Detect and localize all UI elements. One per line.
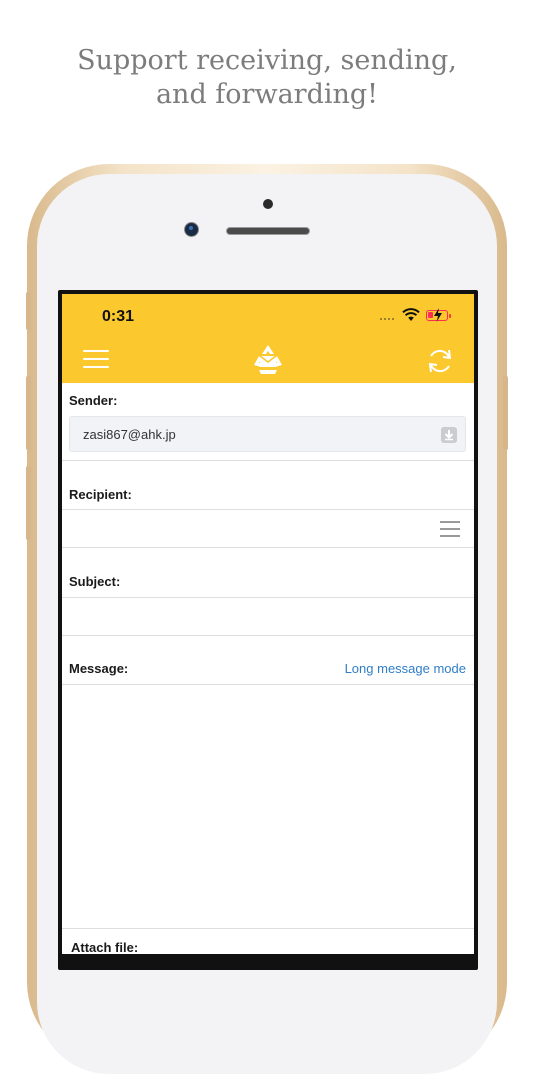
sender-value: zasi867@ahk.jp [83, 427, 176, 442]
subject-input[interactable] [69, 599, 466, 633]
headline-line-1: Support receiving, sending, [77, 45, 457, 76]
proximity-sensor [263, 199, 273, 209]
menu-icon[interactable] [83, 350, 109, 370]
front-camera-icon [184, 222, 199, 237]
attach-file-label: Attach file: [71, 940, 139, 954]
message-textarea[interactable] [69, 686, 466, 926]
download-icon[interactable] [441, 427, 457, 443]
wifi-icon [402, 308, 420, 321]
subject-label: Subject: [69, 574, 121, 589]
divider [62, 460, 474, 461]
refresh-icon[interactable] [425, 346, 455, 376]
headline-line-2: and forwarding! [155, 79, 379, 110]
divider [62, 928, 474, 929]
app-screen: 0:31 Sender: zasi867@ahk.jp Recipient: S… [62, 294, 474, 954]
divider [62, 509, 474, 510]
app-header: 0:31 [62, 294, 474, 383]
signal-dots-icon [380, 318, 398, 322]
sender-select[interactable]: zasi867@ahk.jp [69, 416, 466, 452]
battery-icon [426, 308, 451, 322]
message-label: Message: [69, 661, 129, 676]
divider [62, 635, 474, 636]
volume-up-button [26, 376, 31, 450]
address-list-icon[interactable] [440, 521, 460, 537]
marketing-headline: Support receiving, sending, and forwardi… [0, 44, 534, 112]
long-message-mode-link[interactable]: Long message mode [345, 661, 466, 676]
divider [62, 597, 474, 598]
sender-label: Sender: [69, 393, 118, 408]
volume-down-button [26, 466, 31, 540]
power-button [503, 376, 508, 450]
divider [62, 547, 474, 548]
recipient-label: Recipient: [69, 487, 132, 502]
charging-bolt-icon [434, 308, 442, 322]
mute-switch [26, 292, 31, 330]
divider [62, 684, 474, 685]
recycle-mail-logo-icon [254, 345, 282, 374]
status-time: 0:31 [102, 308, 135, 325]
recipient-input[interactable] [69, 511, 429, 545]
earpiece-speaker [226, 227, 310, 235]
